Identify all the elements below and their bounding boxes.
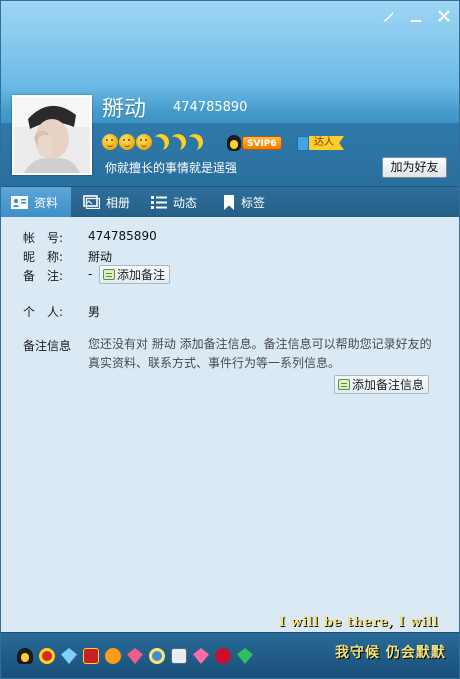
skin-button[interactable] [379,9,397,27]
qq-number: 474785890 [173,100,248,115]
avatar[interactable] [12,95,92,175]
nickname-label: 昵 称: [23,250,64,264]
marquee-chinese: 我守候 仍会默默 [335,645,446,661]
profile-header: 掰动 474785890 SVIP6 达人 你就擅长的事情就是逞强 加为好友 [1,1,459,186]
red-gem-icon[interactable] [215,648,231,664]
white-badge-icon[interactable] [171,648,187,664]
level-icons[interactable] [102,134,203,150]
tab-tags-label: 标签 [241,195,266,210]
sun-badge-icon[interactable] [105,648,121,664]
svip-badge[interactable]: SVIP6 [227,134,282,151]
close-button[interactable] [435,9,453,27]
blue-badge-icon[interactable] [149,648,165,664]
moon-level-icon [185,132,206,153]
tab-feed[interactable]: 动态 [141,187,211,217]
pink-gem-icon[interactable] [193,648,209,664]
photo-album-icon [83,195,100,209]
tab-profile[interactable]: 资料 [1,187,71,217]
account-label: 帐 号: [23,231,64,245]
add-remark-info-label: 添加备注信息 [352,378,425,392]
profile-info-panel: 帐 号: 474785890 昵 称: 掰动 备 注: - 添加备注 个 人: … [1,217,459,632]
moon-level-icon [151,132,172,153]
minimize-button[interactable] [407,9,425,27]
tab-profile-label: 资料 [34,195,59,210]
add-remark-label: 添加备注 [117,268,166,282]
qq-penguin-icon[interactable] [17,648,33,664]
minimize-icon [411,20,421,22]
red-envelope-icon[interactable] [39,648,55,664]
tab-bar: 资料 相册 动态 标签 [1,186,459,217]
note-icon [103,269,115,280]
svip-label: SVIP6 [242,135,282,150]
badge-icon-strip [17,648,253,664]
profile-card-icon [11,195,28,209]
daren-label: 达人 [309,136,344,150]
marquee-english: I will be there, I will [279,615,439,630]
daren-badge[interactable]: 达人 [297,135,344,151]
personal-value: 男 [88,305,101,319]
pink-diamond-icon[interactable] [127,648,143,664]
note-icon [338,379,350,390]
tv-icon [297,135,309,151]
nickname: 掰动 [102,97,147,122]
tab-album[interactable]: 相册 [73,187,141,217]
avatar-photo [14,97,90,173]
sun-level-icon [119,134,135,150]
add-remark-button[interactable]: 添加备注 [99,265,171,284]
feed-list-icon [151,195,167,209]
remark-value: - [88,267,93,281]
add-remark-info-button[interactable]: 添加备注信息 [334,375,430,394]
diamond-icon[interactable] [61,648,77,664]
close-icon [438,10,450,22]
account-value: 474785890 [88,229,157,243]
sun-level-icon [136,134,152,150]
qq-penguin-icon [227,134,241,151]
add-friend-button[interactable]: 加为好友 [382,157,447,178]
remark-info-label: 备注信息 [23,339,72,353]
nickname-value: 掰动 [88,250,113,264]
bookmark-icon [224,194,234,210]
moon-level-icon [168,132,189,153]
tab-tags[interactable]: 标签 [213,187,283,217]
remark-info-text: 您还没有对 掰动 添加备注信息。备注信息可以帮助您记录好友的真实资料、联系方式、… [88,337,432,370]
brush-icon [383,12,393,22]
tab-feed-label: 动态 [173,195,198,210]
tab-album-label: 相册 [106,195,131,210]
personal-label: 个 人: [23,305,64,319]
red-badge-icon[interactable] [83,648,99,664]
remark-label: 备 注: [23,269,64,283]
sun-level-icon [102,134,118,150]
profile-window: 掰动 474785890 SVIP6 达人 你就擅长的事情就是逞强 加为好友 资… [0,0,460,679]
green-diamond-icon[interactable] [237,648,253,664]
signature: 你就擅长的事情就是逞强 [105,161,238,175]
